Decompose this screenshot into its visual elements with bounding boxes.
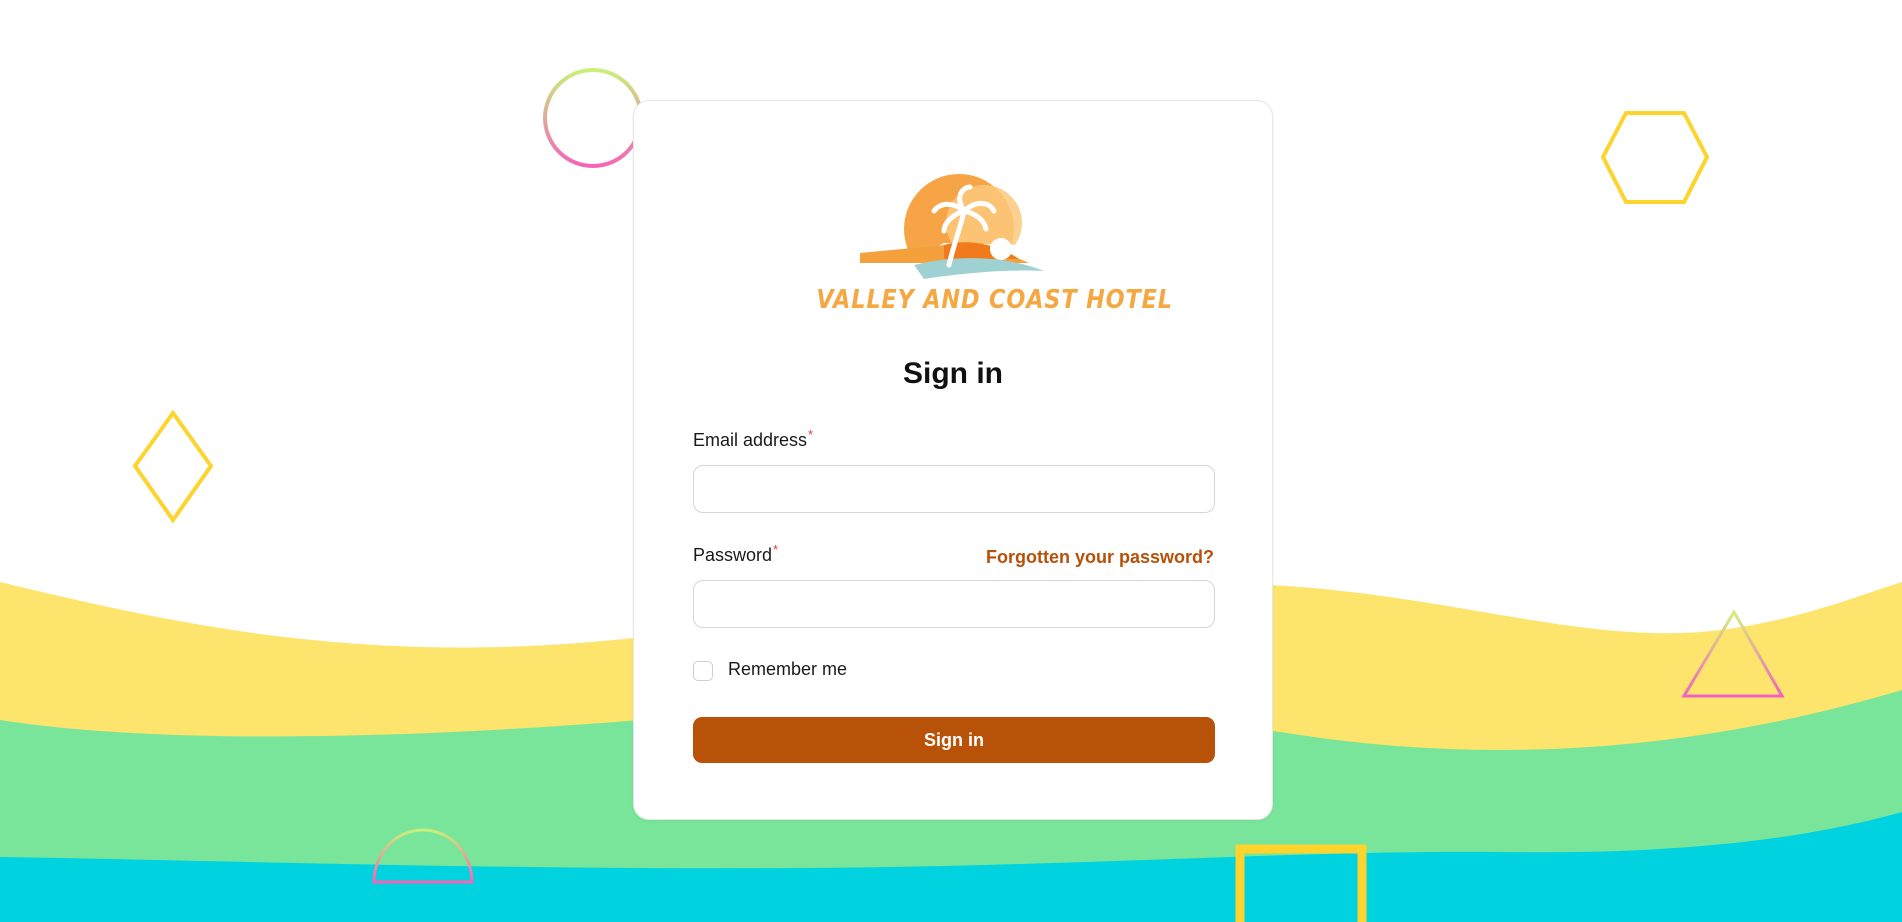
password-label-text: Password [693, 545, 773, 565]
password-label: Password* [693, 542, 779, 566]
hexagon-outline-icon [1600, 111, 1710, 204]
password-input[interactable] [693, 580, 1215, 628]
diamond-outline-icon [132, 409, 214, 524]
password-required-mark: * [773, 542, 779, 557]
signin-card: VALLEY AND COAST HOTEL Sign in Email add… [633, 100, 1273, 820]
remember-me-label[interactable]: Remember me [728, 659, 847, 680]
email-required-mark: * [808, 427, 814, 442]
login-page: VALLEY AND COAST HOTEL Sign in Email add… [0, 0, 1902, 922]
page-title: Sign in [903, 357, 1003, 390]
email-input[interactable] [693, 465, 1215, 513]
circle-outline-icon [543, 68, 643, 168]
hotel-logo: VALLEY AND COAST HOTEL [794, 173, 1173, 333]
hotel-logo-text: VALLEY AND COAST HOTEL [816, 285, 1173, 315]
signin-button[interactable]: Sign in [693, 717, 1215, 763]
email-label: Email address* [693, 427, 814, 451]
palm-tree-sunset-logo-icon [860, 174, 1044, 293]
remember-me-checkbox[interactable] [693, 661, 713, 681]
email-label-text: Email address [693, 430, 808, 450]
forgot-password-link[interactable]: Forgotten your password? [986, 547, 1214, 568]
